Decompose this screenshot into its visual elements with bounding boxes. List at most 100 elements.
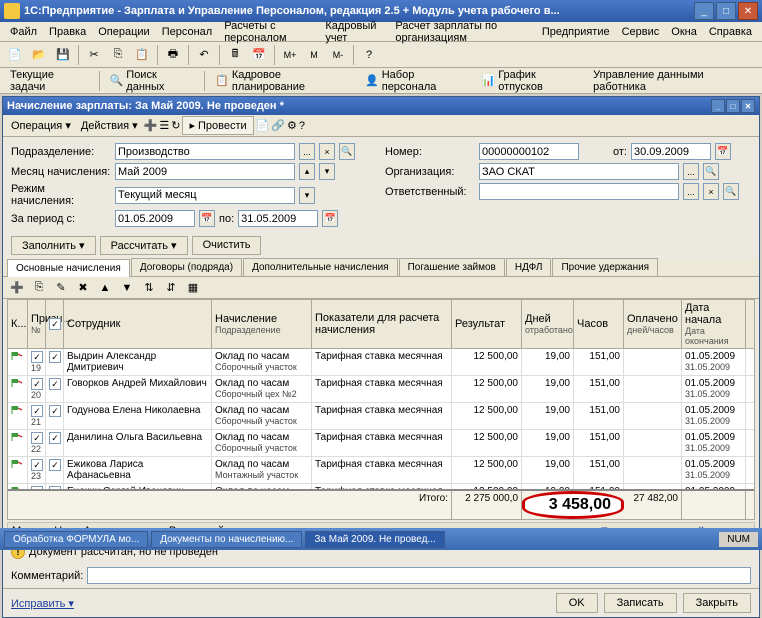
fix-link[interactable]: Исправить ▾ (11, 597, 74, 610)
undo-icon[interactable]: ↶ (193, 44, 215, 66)
tab-ndfl[interactable]: НДФЛ (506, 258, 552, 276)
planning-link[interactable]: 📋Кадровое планирование (209, 67, 357, 95)
menu-hr[interactable]: Кадровый учет (319, 18, 389, 46)
recruit-link[interactable]: 👤Набор персонала (359, 67, 473, 95)
col-accrual[interactable]: НачислениеПодразделение (212, 300, 312, 348)
link-icon[interactable]: 🔗 (271, 119, 285, 132)
row-check[interactable]: ✓ (31, 378, 43, 390)
save-icon[interactable]: 💾 (52, 44, 74, 66)
report-icon[interactable]: 📄 (256, 119, 270, 132)
menu-edit[interactable]: Правка (43, 24, 92, 40)
resp-clear-button[interactable]: × (703, 183, 719, 200)
row-check2[interactable]: ✓ (49, 486, 61, 489)
menu-personnel[interactable]: Персонал (156, 24, 219, 40)
table-row[interactable]: ✓23✓Ежикова Лариса АфанасьевнаОклад по ч… (8, 457, 754, 484)
actions-menu[interactable]: Действия ▾ (77, 119, 142, 132)
dept-open-button[interactable]: 🔍 (339, 143, 355, 160)
operation-menu[interactable]: Операция ▾ (7, 119, 75, 132)
new-doc-icon[interactable]: 📄 (4, 44, 26, 66)
menu-operations[interactable]: Операции (92, 24, 155, 40)
current-tasks-link[interactable]: Текущие задачи (4, 67, 95, 95)
month-input[interactable]: Май 2009 (115, 163, 295, 180)
grid-down-icon[interactable]: ▼ (117, 279, 137, 297)
menu-file[interactable]: Файл (4, 24, 43, 40)
taskbar-item-1[interactable]: Обработка ФОРМУЛА мо... (4, 531, 148, 548)
vacation-link[interactable]: 📊График отпусков (475, 67, 585, 95)
tab-loans[interactable]: Погашение займов (399, 258, 505, 276)
grid-add-icon[interactable]: ➕ (7, 279, 27, 297)
col-employee[interactable]: Сотрудник (64, 300, 212, 348)
menu-windows[interactable]: Окна (665, 24, 703, 40)
taskbar-item-2[interactable]: Документы по начислению... (151, 531, 302, 548)
row-check2[interactable]: ✓ (49, 378, 61, 390)
date-input[interactable]: 30.09.2009 (631, 143, 711, 160)
calendar-icon[interactable]: 📅 (248, 44, 270, 66)
row-check2[interactable]: ✓ (49, 405, 61, 417)
col-chk[interactable]: ✓ (46, 300, 64, 348)
org-open-button[interactable]: 🔍 (703, 163, 719, 180)
row-check[interactable]: ✓ (31, 405, 43, 417)
help-icon[interactable]: ? (358, 44, 380, 66)
fill-button[interactable]: Заполнить ▾ (11, 236, 96, 255)
period-to-input[interactable]: 31.05.2009 (238, 210, 318, 227)
period-to-cal-button[interactable]: 📅 (322, 210, 338, 227)
clear-button[interactable]: Очистить (192, 236, 262, 255)
org-input[interactable]: ЗАО СКАТ (479, 163, 679, 180)
close-doc-button[interactable]: Закрыть (683, 593, 751, 613)
row-check2[interactable]: ✓ (49, 432, 61, 444)
help2-icon[interactable]: ? (299, 120, 305, 132)
col-dates[interactable]: Дата началаДата окончания (682, 300, 746, 348)
number-input[interactable]: 00000000102 (479, 143, 579, 160)
dept-input[interactable]: Производство (115, 143, 295, 160)
table-row[interactable]: ✓19✓Выдрин Александр ДмитриевичОклад по … (8, 349, 754, 376)
grid-sort2-icon[interactable]: ⇵ (161, 279, 181, 297)
resp-input[interactable] (479, 183, 679, 200)
grid-copy-icon[interactable]: ⎘ (29, 279, 49, 297)
minimize-button[interactable]: _ (694, 2, 714, 20)
col-k[interactable]: К... (8, 300, 28, 348)
tab-additional[interactable]: Дополнительные начисления (243, 258, 398, 276)
col-paid[interactable]: Оплаченодней/часов (624, 300, 682, 348)
dept-select-button[interactable]: ... (299, 143, 315, 160)
row-check2[interactable]: ✓ (49, 351, 61, 363)
grid-up-icon[interactable]: ▲ (95, 279, 115, 297)
refresh-icon[interactable]: ↻ (171, 119, 180, 132)
comment-input[interactable] (87, 567, 751, 584)
col-days[interactable]: Днейотработано (522, 300, 574, 348)
mode-select-button[interactable]: ▾ (299, 187, 315, 204)
cut-icon[interactable]: ✂ (83, 44, 105, 66)
list-icon[interactable]: ☰ (159, 119, 169, 132)
close-button[interactable]: ✕ (738, 2, 758, 20)
calc-button[interactable]: Рассчитать ▾ (100, 236, 188, 255)
tab-other[interactable]: Прочие удержания (552, 258, 658, 276)
menu-salary[interactable]: Расчет зарплаты по организациям (389, 18, 535, 46)
save-button[interactable]: Записать (604, 593, 677, 613)
m-icon[interactable]: M (303, 44, 325, 66)
col-hours[interactable]: Часов (574, 300, 624, 348)
row-check2[interactable]: ✓ (49, 459, 61, 471)
taskbar-item-3[interactable]: За Май 2009. Не провед... (305, 531, 444, 548)
menu-help[interactable]: Справка (703, 24, 758, 40)
col-indicators[interactable]: Показатели для расчета начисления (312, 300, 452, 348)
row-check[interactable]: ✓ (31, 351, 43, 363)
resp-open-button[interactable]: 🔍 (723, 183, 739, 200)
paste-icon[interactable]: 📋 (131, 44, 153, 66)
menu-service[interactable]: Сервис (616, 24, 666, 40)
grid-filter-icon[interactable]: ▦ (183, 279, 203, 297)
month-up-button[interactable]: ▴ (299, 163, 315, 180)
maximize-button[interactable]: □ (716, 2, 736, 20)
row-check[interactable]: ✓ (31, 459, 43, 471)
grid-edit-icon[interactable]: ✎ (51, 279, 71, 297)
run-button[interactable]: ▸Провести (182, 116, 253, 135)
col-flag[interactable]: Призн...№ (28, 300, 46, 348)
month-down-button[interactable]: ▾ (319, 163, 335, 180)
org-select-button[interactable]: ... (683, 163, 699, 180)
table-row[interactable]: ✓20✓Говорков Андрей МихайловичОклад по ч… (8, 376, 754, 403)
tab-contracts[interactable]: Договоры (подряда) (131, 258, 242, 276)
grid-body[interactable]: ✓19✓Выдрин Александр ДмитриевичОклад по … (8, 349, 754, 489)
ok-button[interactable]: OK (556, 593, 598, 613)
open-icon[interactable]: 📂 (28, 44, 50, 66)
tab-main[interactable]: Основные начисления (7, 259, 130, 277)
mode-input[interactable]: Текущий месяц (115, 187, 295, 204)
table-row[interactable]: ✓22✓Данилина Ольга ВасильевнаОклад по ча… (8, 430, 754, 457)
